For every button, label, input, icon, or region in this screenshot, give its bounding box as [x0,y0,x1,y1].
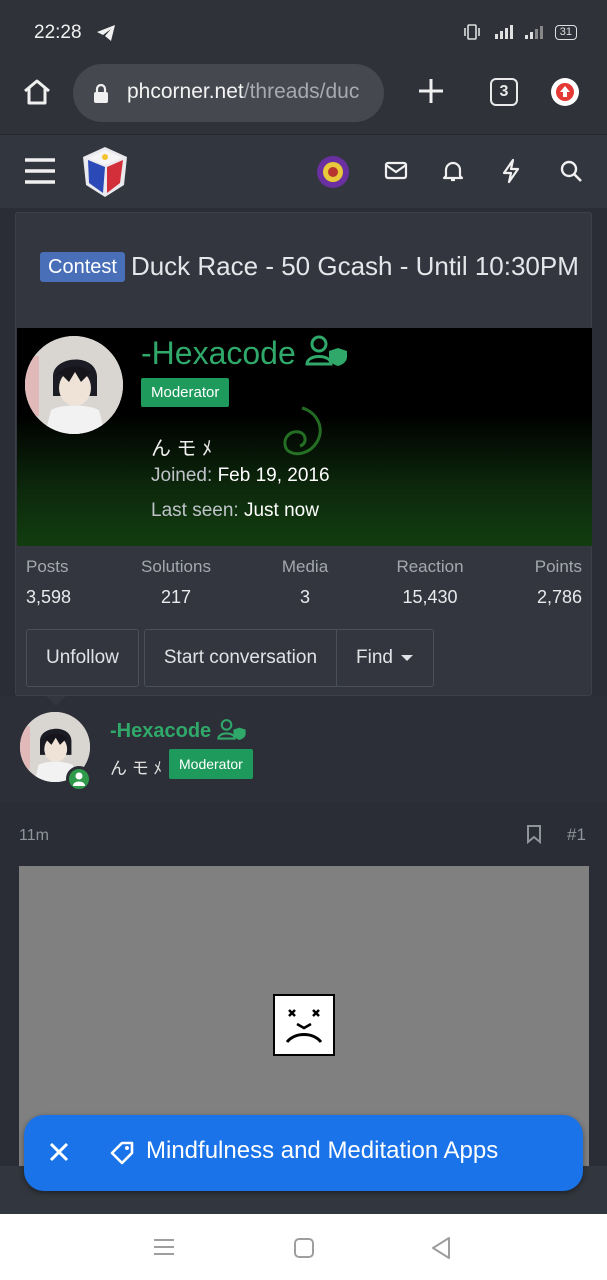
unfollow-button[interactable]: Unfollow [26,629,139,687]
stat-value: 2,786 [536,587,582,607]
member-username-text: -Hexacode [141,335,296,371]
stat-solutions[interactable]: Solutions 217 [138,557,214,608]
stat-value: 217 [160,587,192,607]
url-host: phcorner.net [127,80,244,103]
thread-title: Contest Duck Race - 50 Gcash - Until 10:3… [40,246,580,287]
broken-image-icon [273,994,335,1056]
lightning-icon[interactable] [500,158,522,184]
stat-reaction[interactable]: Reaction 15,430 [394,557,466,608]
member-username[interactable]: -Hexacode [141,334,349,372]
back-icon[interactable] [430,1236,452,1260]
stat-label: Media [281,557,329,576]
status-bar: 22:28 31 [0,0,607,64]
bookmark-icon[interactable] [526,824,542,844]
thread-title-text: Duck Race - 50 Gcash - Until 10:30PM [130,251,579,281]
user-avatar-icon[interactable] [316,155,350,189]
tag-icon [110,1141,134,1165]
member-stats: Posts 3,598 Solutions 217 Media 3 Reaction 1… [26,557,582,607]
post-user-title: ん モ ﾒ [110,759,162,778]
home-icon[interactable] [22,78,52,106]
moderator-badge: Moderator [141,378,230,407]
profile-banner: -Hexacode Moderator ん モ ﾒ Joined: Feb 19… [17,328,592,546]
stat-label: Solutions [141,557,211,576]
joined-label: Joined: [151,465,213,486]
thread-prefix[interactable]: Contest [40,252,125,282]
start-conversation-button[interactable]: Start conversation [143,629,338,687]
signal-icon [494,25,513,39]
browser-toolbar: phcorner.net/threads/duc 3 [0,64,607,134]
razer-logo-icon [283,406,322,456]
menu-icon[interactable] [24,157,56,185]
member-avatar[interactable] [25,336,123,434]
stat-label: Reaction [396,557,464,576]
vibrate-icon [463,24,480,40]
status-time: 22:28 [34,22,82,43]
post-username[interactable]: -Hexacode [110,718,247,743]
last-seen-value: Just now [243,500,319,521]
telegram-icon [97,25,115,41]
post-user-header: -Hexacode ん モ ﾒ Moderator [0,696,607,802]
joined-value: Feb 19, 2016 [217,465,330,486]
member-tooltip-card: Contest Duck Race - 50 Gcash - Until 10:3… [15,212,592,696]
post-moderator-badge: Moderator [169,749,253,779]
stat-label: Posts [26,557,69,576]
address-bar[interactable]: phcorner.net/threads/duc [73,64,384,122]
stat-media[interactable]: Media 3 [280,557,330,608]
post-username-text: -Hexacode [110,720,212,742]
post-time[interactable]: 11m [19,827,49,845]
status-icons: 31 [463,24,577,40]
online-status-icon [66,766,92,792]
tab-switcher-button[interactable]: 3 [490,78,518,106]
mail-icon[interactable] [384,161,408,181]
url-path: /threads/duc [243,80,360,103]
find-button[interactable]: Find [337,629,434,687]
close-icon[interactable] [48,1141,70,1163]
staff-shield-icon [305,335,347,366]
search-icon[interactable] [559,159,583,183]
site-navbar [0,134,607,208]
toast-text: Mindfulness and Meditation Apps [146,1137,499,1164]
member-joined: Joined: Feb 19, 2016 [151,465,330,487]
last-seen-label: Last seen: [151,500,239,521]
system-navigation-bar [0,1214,607,1280]
stat-points[interactable]: Points 2,786 [526,557,582,608]
new-tab-icon[interactable] [416,76,446,106]
tooltip-pointer [46,696,66,706]
post-number[interactable]: #1 [567,825,586,845]
stat-value: 3,598 [26,587,72,607]
recents-icon[interactable] [153,1238,175,1256]
battery-icon: 31 [554,24,577,40]
lock-icon [94,84,108,103]
member-actions: Unfollow Start conversation Find [26,629,434,687]
stat-posts[interactable]: Posts 3,598 [26,557,71,608]
bell-icon[interactable] [441,159,465,183]
post-meta: 11m #1 [0,802,607,866]
url-text: phcorner.net/threads/duc [127,80,359,104]
staff-shield-icon [217,719,246,740]
member-last-seen: Last seen: Just now [151,500,319,522]
stat-value: 15,430 [402,587,458,607]
member-user-title: ん モ ﾒ [151,438,213,460]
signal-weak-icon [524,26,543,39]
update-icon[interactable] [551,78,579,106]
site-logo[interactable] [80,145,130,199]
suggestion-toast[interactable]: Mindfulness and Meditation Apps [24,1115,583,1191]
stat-label: Points [534,557,582,576]
stat-value: 3 [299,587,310,607]
home-nav-icon[interactable] [293,1237,315,1259]
find-label: Find [356,647,393,668]
caret-down-icon [400,655,413,661]
